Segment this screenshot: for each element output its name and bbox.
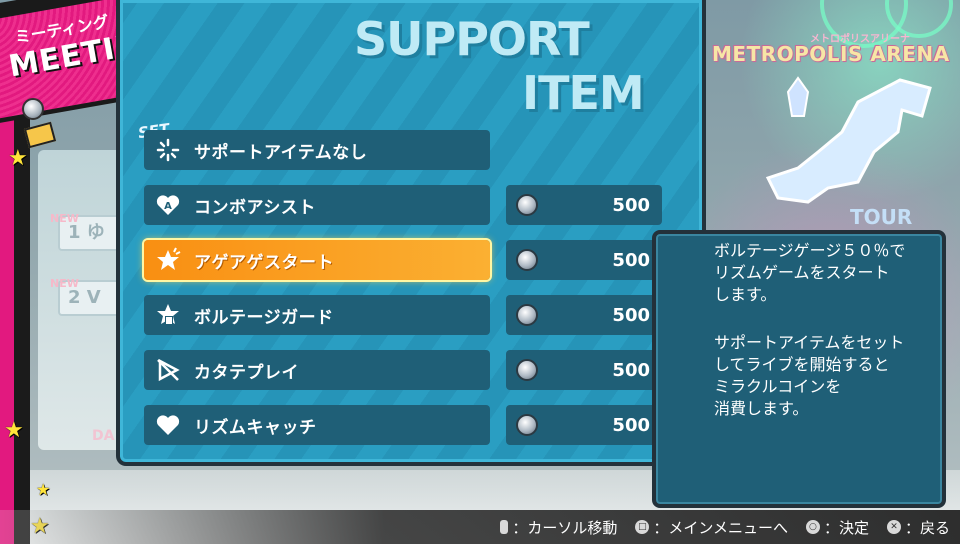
- coin-icon: [516, 304, 538, 326]
- square-button-icon: □: [635, 520, 650, 534]
- heart-a-icon: A: [150, 187, 186, 223]
- muted-triangle-icon: [150, 352, 186, 388]
- panel-title-line2: ITEM: [522, 66, 645, 120]
- price-value: 500: [612, 249, 650, 271]
- hint-main-menu: □ ：メインメニューへ: [635, 517, 788, 538]
- tour-sign: TOUR: [850, 205, 913, 229]
- background-dark-text: DA: [92, 428, 115, 444]
- item-label: サポートアイテムなし: [194, 142, 368, 163]
- support-item-katate-play[interactable]: カタテプレイ: [144, 350, 490, 390]
- hint-cursor-move: ：カーソル移動: [500, 517, 617, 538]
- hint-label: ：戻る: [904, 518, 950, 537]
- coin-icon: [516, 414, 538, 436]
- support-item-age-age-start[interactable]: アゲアゲスタート: [144, 240, 490, 280]
- cross-button-icon: ✕: [886, 520, 901, 534]
- star-burst-icon: [150, 242, 186, 278]
- item-price: 500: [506, 405, 662, 445]
- svg-text:A: A: [164, 201, 172, 212]
- shield-star-icon: [150, 297, 186, 333]
- description-effect: ボルテージゲージ５０％で リズムゲームをスタート します。: [714, 241, 906, 304]
- arena-title: METROPOLIS ARENA: [712, 42, 950, 66]
- price-value: 500: [612, 359, 650, 381]
- coin-icon: [516, 194, 538, 216]
- circle-button-icon: ○: [805, 520, 820, 534]
- item-label: リズムキャッチ: [194, 417, 317, 438]
- description-note: サポートアイテムをセット してライブを開始すると ミラクルコインを 消費します。: [714, 333, 905, 418]
- sparkle-icon: [150, 132, 186, 168]
- item-label: ボルテージガード: [194, 307, 334, 328]
- button-hint-bar: ：カーソル移動 □ ：メインメニューへ ○ ：決定 ✕ ：戻る: [0, 510, 960, 544]
- item-label: コンボアシスト: [194, 197, 316, 218]
- support-item-voltage-guard[interactable]: ボルテージガード: [144, 295, 490, 335]
- support-item-combo-assist[interactable]: A コンボアシスト: [144, 185, 490, 225]
- hint-back: ✕ ：戻る: [886, 517, 950, 538]
- price-value: 500: [612, 194, 650, 216]
- item-price: 500: [506, 240, 662, 280]
- support-item-none[interactable]: サポートアイテムなし: [144, 130, 490, 170]
- japan-map-icon: [765, 76, 932, 204]
- panel-title-line1: SUPPORT: [354, 12, 590, 66]
- item-price: 500: [506, 295, 662, 335]
- hint-label: ：決定: [823, 518, 869, 537]
- hint-label: ：カーソル移動: [512, 518, 618, 537]
- item-price: 500: [506, 350, 662, 390]
- star-icon: ★: [4, 418, 24, 443]
- hint-label: ：メインメニューへ: [653, 518, 788, 537]
- star-icon: ★: [36, 480, 51, 499]
- hint-confirm: ○ ：決定: [805, 517, 869, 538]
- heart-icon: [150, 407, 186, 443]
- item-description-panel: ボルテージゲージ５０％で リズムゲームをスタート します。 サポートアイテムをセ…: [652, 230, 946, 508]
- coin-icon: [516, 249, 538, 271]
- item-label: アゲアゲスタート: [194, 252, 334, 273]
- item-price: 500: [506, 185, 662, 225]
- coin-icon: [516, 359, 538, 381]
- star-icon: ★: [8, 146, 28, 171]
- price-value: 500: [612, 304, 650, 326]
- price-value: 500: [612, 414, 650, 436]
- analog-stick-icon: [500, 520, 509, 534]
- support-item-rhythm-catch[interactable]: リズムキャッチ: [144, 405, 490, 445]
- item-label: カタテプレイ: [194, 362, 299, 383]
- coin-icon: [22, 98, 44, 120]
